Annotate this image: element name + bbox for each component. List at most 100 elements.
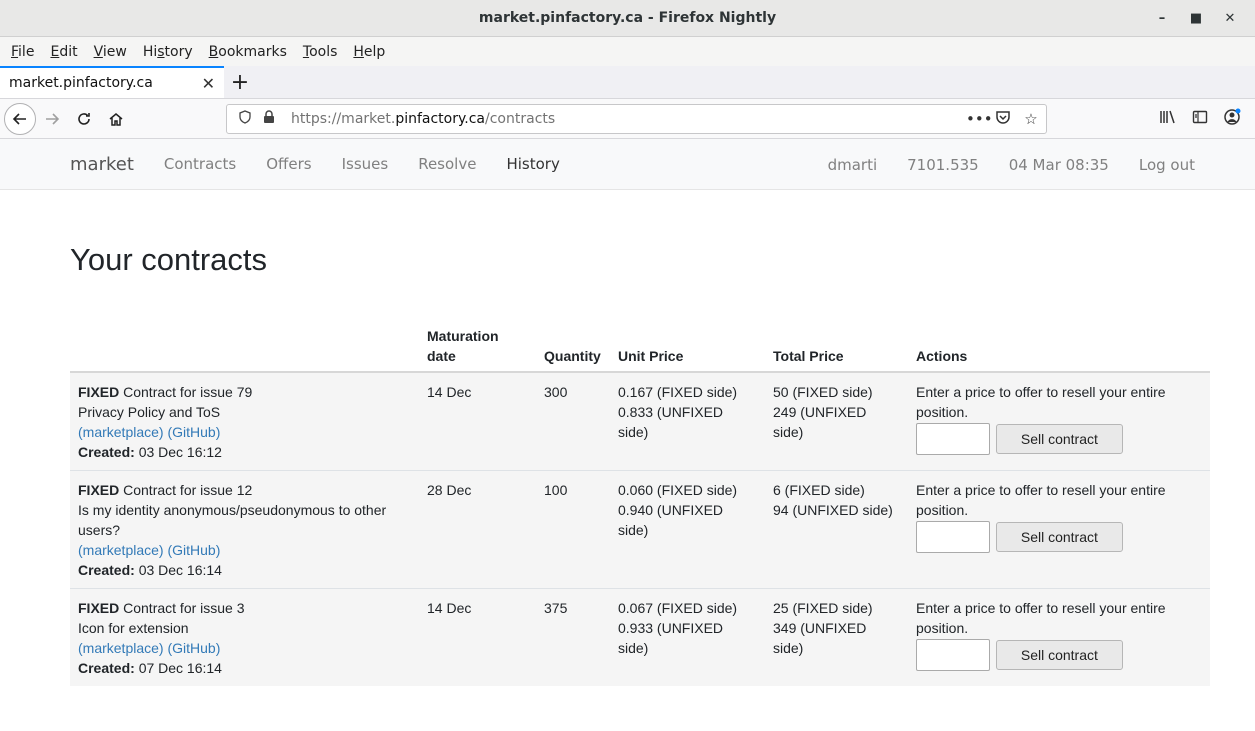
- price-input[interactable]: [916, 639, 990, 671]
- nav-issues[interactable]: Issues: [342, 155, 389, 173]
- tab-market[interactable]: market.pinfactory.ca ✕: [0, 66, 224, 98]
- nav-offers[interactable]: Offers: [266, 155, 311, 173]
- nav-contracts[interactable]: Contracts: [164, 155, 236, 173]
- menu-history[interactable]: History: [135, 44, 201, 60]
- total-price-cell: 25 (FIXED side) 349 (UNFIXED side): [765, 588, 908, 686]
- total-price-fixed: 25 (FIXED side): [773, 600, 873, 616]
- maturation-date: 14 Dec: [419, 371, 536, 471]
- marketplace-link[interactable]: (marketplace): [78, 542, 164, 558]
- window-controls: – ■ ✕: [1145, 0, 1247, 37]
- contract-label: Contract for issue 79: [123, 384, 253, 400]
- lock-icon[interactable]: [257, 110, 281, 128]
- total-price-unfixed: 249 (UNFIXED side): [773, 404, 867, 440]
- sell-contract-button[interactable]: Sell contract: [995, 640, 1123, 670]
- forward-arrow-icon[interactable]: [36, 103, 68, 135]
- created-label: Created:: [78, 562, 135, 578]
- issue-title: Icon for extension: [78, 620, 189, 636]
- url-text: https://market.pinfactory.ca/contracts: [291, 111, 556, 127]
- total-price-cell: 6 (FIXED side) 94 (UNFIXED side): [765, 470, 908, 589]
- contracts-table: Maturation date Quantity Unit Price Tota…: [70, 318, 1210, 686]
- total-price-unfixed: 349 (UNFIXED side): [773, 620, 867, 656]
- window-title: market.pinfactory.ca - Firefox Nightly: [478, 10, 777, 26]
- nav-resolve[interactable]: Resolve: [418, 155, 476, 173]
- contract-cell: FIXED Contract for issue 12 Is my identi…: [70, 470, 419, 589]
- header-actions: Actions: [908, 318, 1210, 373]
- github-link[interactable]: (GitHub): [167, 542, 220, 558]
- nav-history[interactable]: History: [506, 155, 559, 173]
- created-date: 03 Dec 16:12: [138, 444, 222, 460]
- created-date: 07 Dec 16:14: [138, 660, 222, 676]
- balance: 7101.535: [907, 155, 979, 174]
- current-datetime: 04 Mar 08:35: [1008, 155, 1109, 174]
- account-icon[interactable]: [1223, 108, 1241, 130]
- quantity: 375: [536, 588, 610, 686]
- unit-price-unfixed: 0.833 (UNFIXED side): [618, 404, 724, 440]
- quantity: 100: [536, 470, 610, 589]
- price-input[interactable]: [916, 423, 990, 455]
- pocket-icon[interactable]: [994, 109, 1012, 129]
- marketplace-link[interactable]: (marketplace): [78, 640, 164, 656]
- contract-side: FIXED: [78, 600, 120, 616]
- github-link[interactable]: (GitHub): [167, 424, 220, 440]
- site-navbar: market Contracts Offers Issues Resolve H…: [0, 139, 1255, 190]
- reload-icon[interactable]: [68, 103, 100, 135]
- sell-contract-button[interactable]: Sell contract: [995, 522, 1123, 552]
- more-icon[interactable]: •••: [966, 110, 993, 128]
- sell-contract-button[interactable]: Sell contract: [995, 424, 1123, 454]
- new-tab-button[interactable]: +: [224, 66, 256, 98]
- tab-title: market.pinfactory.ca: [9, 75, 153, 91]
- actions-text: Enter a price to offer to resell your en…: [916, 600, 1166, 636]
- username: dmarti: [827, 155, 878, 174]
- menu-tools[interactable]: Tools: [295, 44, 346, 60]
- maximize-button[interactable]: ■: [1179, 11, 1213, 26]
- close-tab-icon[interactable]: ✕: [202, 74, 215, 93]
- actions-cell: Enter a price to offer to resell your en…: [908, 470, 1210, 589]
- issue-title: Is my identity anonymous/pseudonymous to…: [78, 502, 387, 538]
- actions-cell: Enter a price to offer to resell your en…: [908, 371, 1210, 471]
- unit-price-unfixed: 0.933 (UNFIXED side): [618, 620, 724, 656]
- total-price-cell: 50 (FIXED side) 249 (UNFIXED side): [765, 371, 908, 471]
- price-input[interactable]: [916, 521, 990, 553]
- header-quantity: Quantity: [536, 318, 610, 373]
- sidebar-icon[interactable]: [1191, 109, 1209, 129]
- menu-view[interactable]: View: [86, 44, 135, 60]
- menu-bookmarks[interactable]: Bookmarks: [201, 44, 295, 60]
- menu-bar: File Edit View History Bookmarks Tools H…: [0, 37, 1255, 66]
- issue-title: Privacy Policy and ToS: [78, 404, 221, 420]
- star-icon[interactable]: ☆: [1022, 110, 1040, 128]
- url-bar[interactable]: https://market.pinfactory.ca/contracts •…: [226, 104, 1047, 134]
- contract-cell: FIXED Contract for issue 3 Icon for exte…: [70, 588, 419, 686]
- back-arrow-icon[interactable]: [4, 102, 36, 135]
- unit-price-cell: 0.167 (FIXED side) 0.833 (UNFIXED side): [610, 371, 765, 471]
- header-total-price: Total Price: [765, 318, 908, 373]
- menu-edit[interactable]: Edit: [42, 44, 85, 60]
- brand-link[interactable]: market: [70, 154, 134, 175]
- header-unit-price: Unit Price: [610, 318, 765, 373]
- created-label: Created:: [78, 444, 135, 460]
- shield-icon[interactable]: [233, 110, 257, 128]
- menu-file[interactable]: File: [3, 44, 42, 60]
- table-row: FIXED Contract for issue 79 Privacy Poli…: [70, 371, 1210, 471]
- table-header-row: Maturation date Quantity Unit Price Tota…: [70, 318, 1210, 373]
- contract-side: FIXED: [78, 482, 120, 498]
- home-icon[interactable]: [100, 103, 132, 135]
- contract-cell: FIXED Contract for issue 79 Privacy Poli…: [70, 371, 419, 471]
- github-link[interactable]: (GitHub): [167, 640, 220, 656]
- header-maturation: Maturation date: [419, 318, 536, 373]
- close-window-button[interactable]: ✕: [1213, 11, 1247, 26]
- table-row: FIXED Contract for issue 3 Icon for exte…: [70, 588, 1210, 686]
- unit-price-unfixed: 0.940 (UNFIXED side): [618, 502, 724, 538]
- library-icon[interactable]: [1159, 109, 1177, 129]
- table-row: FIXED Contract for issue 12 Is my identi…: [70, 470, 1210, 589]
- menu-help[interactable]: Help: [345, 44, 393, 60]
- unit-price-fixed: 0.060 (FIXED side): [618, 482, 738, 498]
- tab-strip: market.pinfactory.ca ✕ +: [0, 66, 1255, 99]
- logout-link[interactable]: Log out: [1139, 156, 1195, 174]
- unit-price-fixed: 0.167 (FIXED side): [618, 384, 738, 400]
- minimize-button[interactable]: –: [1145, 11, 1179, 26]
- page-title: Your contracts: [70, 242, 268, 277]
- marketplace-link[interactable]: (marketplace): [78, 424, 164, 440]
- actions-cell: Enter a price to offer to resell your en…: [908, 588, 1210, 686]
- contract-label: Contract for issue 3: [123, 600, 245, 616]
- contract-label: Contract for issue 12: [123, 482, 253, 498]
